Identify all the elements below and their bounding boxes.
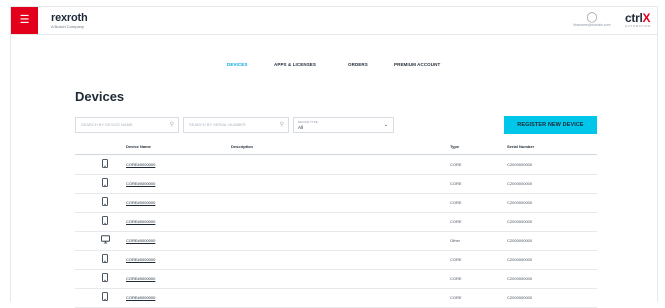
device-name-link[interactable]: CORE#0000000 — [126, 200, 155, 205]
chevron-down-icon: ⌄ — [383, 122, 388, 128]
monitor-device-icon — [101, 235, 110, 244]
device-serial: C2000000000 — [507, 181, 533, 186]
device-type-label: DEVICE TYPE — [298, 120, 318, 124]
device-type: CORE — [450, 295, 462, 300]
tab-premium-account[interactable]: PREMIUM ACCOUNT — [394, 62, 440, 67]
user-menu[interactable]: ◯ firstname@domain.com — [567, 13, 617, 28]
product-name: ctrl — [625, 11, 643, 25]
product-x: X — [642, 11, 651, 25]
serial-number-search-input[interactable]: SEARCH BY SERIAL NUMBER ⚲ — [183, 117, 289, 133]
table-row[interactable]: CORE#0000000 CORE C2000000000 — [75, 250, 597, 270]
phone-device-icon — [102, 292, 108, 301]
device-type: CORE — [450, 181, 462, 186]
tab-apps-licenses[interactable]: APPS & LICENSES — [274, 62, 316, 67]
device-type: CORE — [450, 219, 462, 224]
rexroth-logo[interactable]: rexroth A Bosch Company — [51, 12, 88, 30]
search-icon: ⚲ — [169, 122, 174, 128]
column-serial-number: Serial Number — [507, 144, 535, 149]
device-name-link[interactable]: CORE#0000000 — [126, 238, 155, 243]
device-type: Other — [450, 238, 461, 243]
device-name-link[interactable]: CORE#0000000 — [126, 162, 155, 167]
table-header: Device Name Description Type Serial Numb… — [75, 140, 597, 155]
device-type: CORE — [450, 276, 462, 281]
column-device-name: Device Name — [126, 144, 151, 149]
device-serial: C2000000000 — [507, 219, 533, 224]
user-name: firstname@domain.com — [573, 23, 611, 27]
table-row[interactable]: CORE#0000000 Other C2000000000 — [75, 231, 597, 251]
serial-number-placeholder: SEARCH BY SERIAL NUMBER — [189, 122, 246, 127]
phone-device-icon — [102, 159, 108, 168]
device-type-value: All — [298, 125, 304, 130]
tab-devices[interactable]: DEVICES — [227, 62, 247, 67]
device-type: CORE — [450, 200, 462, 205]
register-new-device-button[interactable]: REGISTER NEW DEVICE — [504, 116, 597, 134]
device-name-link[interactable]: CORE#0000000 — [126, 257, 155, 262]
device-serial: C2000000000 — [507, 162, 533, 167]
brand-subtitle: A Bosch Company — [51, 24, 84, 29]
hamburger-menu-button[interactable]: ☰ — [11, 7, 38, 34]
device-name-placeholder: SEARCH BY DEVICE NAME — [81, 122, 133, 127]
user-icon: ◯ — [586, 12, 598, 23]
device-type: CORE — [450, 257, 462, 262]
page-title: Devices — [75, 89, 125, 104]
device-serial: C2000000000 — [507, 276, 533, 281]
tab-orders[interactable]: ORDERS — [348, 62, 368, 67]
device-name-link[interactable]: CORE#0000000 — [126, 276, 155, 281]
app-window: ☰ rexroth A Bosch Company ◯ firstname@do… — [10, 6, 658, 308]
device-serial: C2000000000 — [507, 238, 533, 243]
device-name-link[interactable]: CORE#0000000 — [126, 181, 155, 186]
device-serial: C2000000000 — [507, 200, 533, 205]
device-name-link[interactable]: CORE#0000000 — [126, 295, 155, 300]
phone-device-icon — [102, 273, 108, 282]
table-row[interactable]: CORE#0000000 CORE C2000000000 — [75, 269, 597, 289]
device-name-search-input[interactable]: SEARCH BY DEVICE NAME ⚲ — [75, 117, 179, 133]
phone-device-icon — [102, 216, 108, 225]
table-row[interactable]: CORE#0000000 CORE C2000000000 — [75, 155, 597, 175]
column-description: Description — [231, 144, 254, 149]
table-row[interactable]: CORE#0000000 CORE C2000000000 — [75, 288, 597, 308]
phone-device-icon — [102, 197, 108, 206]
device-type-select[interactable]: DEVICE TYPE All ⌄ — [293, 117, 394, 133]
main-nav: DEVICES APPS & LICENSES ORDERS PREMIUM A… — [11, 62, 657, 74]
device-serial: C2000000000 — [507, 295, 533, 300]
search-icon: ⚲ — [279, 122, 284, 128]
phone-device-icon — [102, 254, 108, 263]
table-row[interactable]: CORE#0000000 CORE C2000000000 — [75, 212, 597, 232]
brand-name: rexroth — [51, 12, 88, 24]
product-tagline: AUTOMATION — [625, 24, 651, 28]
hamburger-icon: ☰ — [19, 14, 30, 26]
top-bar: ☰ rexroth A Bosch Company ◯ firstname@do… — [11, 7, 657, 35]
device-type: CORE — [450, 162, 462, 167]
ctrlx-logo: ctrlX AUTOMATION — [625, 12, 651, 28]
phone-device-icon — [102, 178, 108, 187]
device-name-link[interactable]: CORE#0000000 — [126, 219, 155, 224]
table-row[interactable]: CORE#0000000 CORE C2000000000 — [75, 174, 597, 194]
column-type: Type — [450, 144, 460, 149]
device-serial: C2000000000 — [507, 257, 533, 262]
table-row[interactable]: CORE#0000000 CORE C2000000000 — [75, 193, 597, 213]
